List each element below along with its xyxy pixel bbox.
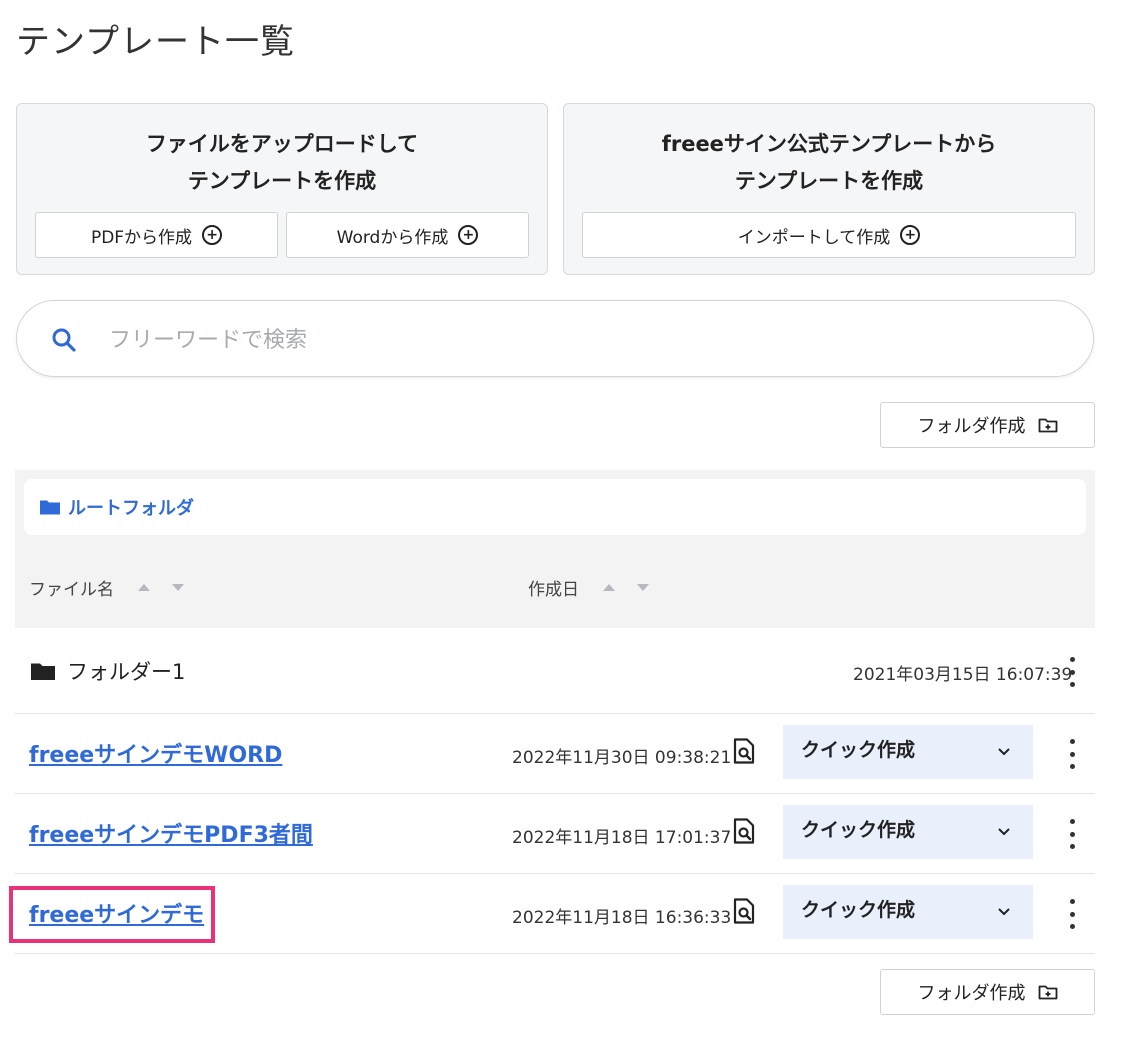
quick-create-dropdown[interactable]: クイック作成 (783, 885, 1033, 939)
folder-row[interactable]: フォルダー1 2021年03月15日 16:07:39 (15, 630, 1095, 714)
create-folder-label: フォルダ作成 (917, 983, 1026, 1004)
quick-create-dropdown[interactable]: クイック作成 (783, 725, 1033, 779)
more-menu-icon[interactable] (1063, 819, 1081, 849)
list-header: ルートフォルダ ファイル名 作成日 (15, 470, 1095, 628)
chevron-down-icon (998, 748, 1010, 756)
more-menu-icon[interactable] (1063, 657, 1081, 687)
file-link[interactable]: freeeサインデモWORD (29, 737, 282, 769)
chevron-down-icon (998, 908, 1010, 916)
new-folder-icon (1038, 418, 1057, 433)
column-header-filename: ファイル名 (29, 575, 184, 600)
quick-create-label: クイック作成 (801, 819, 916, 841)
official-card-title-line2: テンプレートを作成 (734, 169, 924, 193)
plus-circle-icon: + (458, 225, 479, 245)
chevron-down-icon (998, 828, 1010, 836)
quick-create-dropdown[interactable]: クイック作成 (783, 805, 1033, 859)
upload-card-title: ファイルをアップロードして テンプレートを作成 (17, 126, 547, 200)
sort-asc-icon[interactable] (138, 584, 150, 591)
search-bar (16, 300, 1094, 377)
preview-icon[interactable] (733, 738, 755, 764)
highlight-annotation (9, 886, 215, 943)
breadcrumb-root-label: ルートフォルダ (68, 498, 194, 519)
create-folder-button-top[interactable]: フォルダ作成 (880, 402, 1095, 448)
filename-sort (138, 584, 184, 591)
quick-create-label: クイック作成 (801, 899, 916, 921)
upload-card-title-line1: ファイルをアップロードして (145, 132, 419, 156)
create-from-word-label: Wordから作成 (336, 227, 449, 248)
folder-icon (40, 500, 60, 515)
file-date: 2022年11月18日 16:36:33 (512, 908, 732, 928)
create-from-word-button[interactable]: Wordから作成 + (286, 212, 529, 258)
column-filename-label: ファイル名 (29, 580, 114, 600)
file-link[interactable]: freeeサインデモPDF3者間 (29, 817, 313, 849)
create-folder-button-bottom[interactable]: フォルダ作成 (880, 969, 1095, 1015)
preview-icon[interactable] (733, 818, 755, 844)
official-template-card: freeeサイン公式テンプレートから テンプレートを作成 インポートして作成 + (563, 103, 1095, 275)
preview-icon[interactable] (733, 898, 755, 924)
folder-icon (31, 663, 55, 680)
file-date: 2022年11月18日 17:01:37 (512, 828, 732, 848)
created-sort (603, 584, 649, 591)
sort-asc-icon[interactable] (603, 584, 615, 591)
folder-date: 2021年03月15日 16:07:39 (853, 665, 1073, 685)
plus-circle-icon: + (202, 225, 223, 245)
column-header-created: 作成日 (528, 575, 649, 600)
import-create-label: インポートして作成 (737, 227, 891, 248)
create-from-pdf-label: PDFから作成 (90, 227, 193, 248)
folder-name[interactable]: フォルダー1 (31, 656, 185, 686)
upload-card-title-line2: テンプレートを作成 (187, 169, 377, 193)
file-date: 2022年11月30日 09:38:21 (512, 748, 732, 768)
page-title: テンプレート一覧 (16, 22, 295, 62)
import-create-button[interactable]: インポートして作成 + (582, 212, 1076, 258)
more-menu-icon[interactable] (1063, 899, 1081, 929)
official-card-title: freeeサイン公式テンプレートから テンプレートを作成 (564, 126, 1094, 200)
file-row: freeeサインデモPDF3者間 2022年11月18日 17:01:37 クイ… (15, 794, 1095, 874)
search-icon (52, 328, 76, 352)
sort-desc-icon[interactable] (637, 584, 649, 591)
search-input[interactable] (107, 319, 1011, 361)
file-row: freeeサインデモWORD 2022年11月30日 09:38:21 クイック… (15, 714, 1095, 794)
sort-desc-icon[interactable] (172, 584, 184, 591)
plus-circle-icon: + (900, 225, 921, 245)
official-card-title-line1: freeeサイン公式テンプレートから (661, 132, 997, 156)
create-folder-label: フォルダ作成 (917, 416, 1026, 437)
more-menu-icon[interactable] (1063, 739, 1081, 769)
new-folder-icon (1038, 985, 1057, 1000)
quick-create-label: クイック作成 (801, 739, 916, 761)
breadcrumb[interactable]: ルートフォルダ (24, 479, 1086, 535)
upload-template-card: ファイルをアップロードして テンプレートを作成 PDFから作成 + Wordから… (16, 103, 548, 275)
folder-name-label: フォルダー1 (67, 660, 186, 684)
create-from-pdf-button[interactable]: PDFから作成 + (35, 212, 278, 258)
column-created-label: 作成日 (528, 580, 579, 600)
